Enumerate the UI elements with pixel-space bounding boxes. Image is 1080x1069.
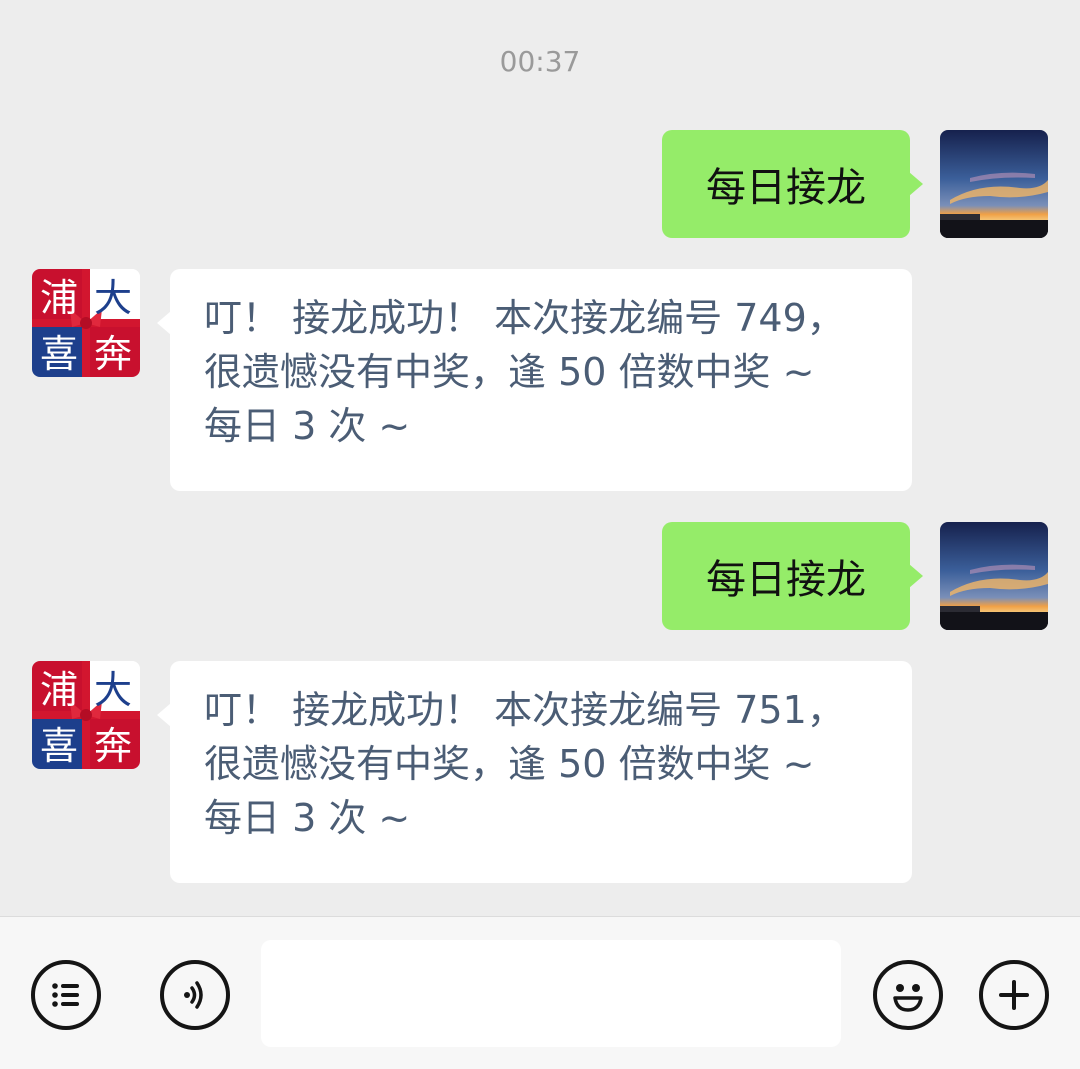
self-avatar[interactable] — [940, 130, 1048, 238]
svg-text:大: 大 — [94, 668, 132, 712]
voice-icon — [184, 981, 203, 1009]
incoming-message-bubble[interactable]: 叮！ 接龙成功！ 本次接龙编号 751， 很遗憾没有中奖，逢 50 倍数中奖 ~… — [157, 661, 912, 883]
incoming-message-line: 很遗憾没有中奖，逢 50 倍数中奖 ~ — [204, 350, 815, 394]
svg-text:奔: 奔 — [94, 724, 132, 768]
incoming-message-bubble[interactable]: 叮！ 接龙成功！ 本次接龙编号 749， 很遗憾没有中奖，逢 50 倍数中奖 ~… — [157, 269, 912, 491]
outgoing-message-text: 每日接龙 — [706, 557, 866, 603]
svg-text:喜: 喜 — [40, 332, 78, 376]
incoming-message-line: 叮！ 接龙成功！ 本次接龙编号 749， — [204, 296, 845, 340]
message-input[interactable] — [261, 940, 841, 1047]
message-timestamp: 00:37 — [499, 45, 581, 78]
sunset-photo-icon — [940, 522, 1048, 630]
svg-text:浦: 浦 — [40, 276, 78, 320]
svg-text:浦: 浦 — [40, 668, 78, 712]
outgoing-message-bubble[interactable]: 每日接龙 — [662, 130, 923, 238]
chat-area: 00:37 每日接龙 浦 大 喜 奔 叮！ 接龙成功！ 本次接龙编号 749， … — [0, 0, 1080, 916]
emoji-icon — [893, 984, 923, 1012]
svg-text:大: 大 — [94, 276, 132, 320]
incoming-message-line: 很遗憾没有中奖，逢 50 倍数中奖 ~ — [204, 742, 815, 786]
plus-icon — [999, 980, 1029, 1010]
sunset-photo-icon — [940, 130, 1048, 238]
menu-button[interactable] — [31, 960, 101, 1030]
svg-text:奔: 奔 — [94, 332, 132, 376]
bot-avatar[interactable]: 浦 大 喜 奔 — [32, 661, 140, 769]
chat-input-bar — [0, 916, 1080, 1069]
emoji-button[interactable] — [873, 960, 943, 1030]
voice-button[interactable] — [160, 960, 230, 1030]
outgoing-message-bubble[interactable]: 每日接龙 — [662, 522, 923, 630]
outgoing-message-text: 每日接龙 — [706, 165, 866, 211]
svg-text:喜: 喜 — [40, 724, 78, 768]
self-avatar[interactable] — [940, 522, 1048, 630]
incoming-message-line: 每日 3 次 ~ — [204, 796, 411, 840]
incoming-message-line: 每日 3 次 ~ — [204, 404, 411, 448]
menu-list-icon — [52, 983, 79, 1007]
bot-avatar[interactable]: 浦 大 喜 奔 — [32, 269, 140, 377]
incoming-message-line: 叮！ 接龙成功！ 本次接龙编号 751， — [204, 688, 845, 732]
more-button[interactable] — [979, 960, 1049, 1030]
bot-logo-icon: 浦 大 喜 奔 — [32, 661, 140, 769]
bot-logo-icon: 浦 大 喜 奔 — [32, 269, 140, 377]
